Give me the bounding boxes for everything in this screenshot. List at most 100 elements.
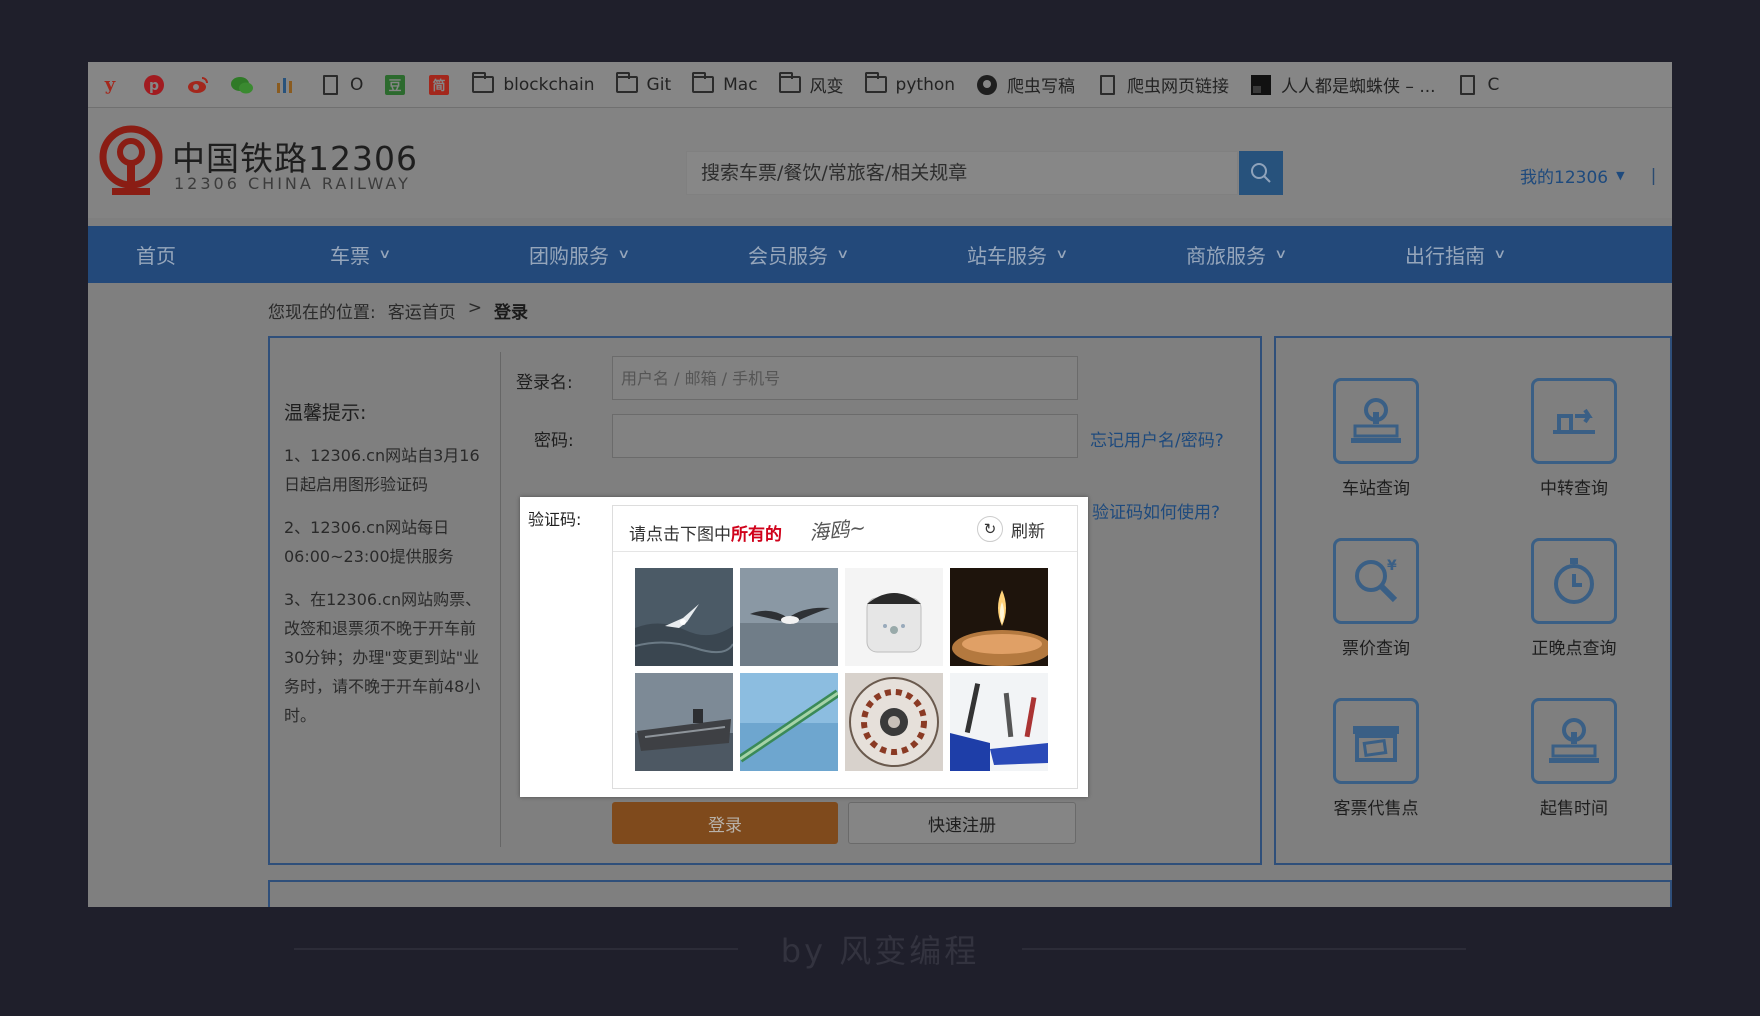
- password-field[interactable]: [612, 414, 1078, 458]
- bookmark-pinterest[interactable]: p: [142, 62, 166, 107]
- stats-icon: [274, 73, 298, 97]
- chevron-down-icon: ∨: [1493, 247, 1507, 262]
- chevron-down-icon: ∨: [617, 247, 631, 262]
- quick-fare-query[interactable]: ¥ 票价查询: [1316, 538, 1436, 659]
- nav-travel-guide[interactable]: 出行指南 ∨: [1405, 240, 1624, 269]
- bookmark-folder-mac[interactable]: Mac: [691, 62, 758, 107]
- bookmark-wechat[interactable]: [230, 62, 254, 107]
- refresh-icon: ↻: [977, 516, 1003, 542]
- bookmark-stats[interactable]: [274, 62, 298, 107]
- logo-subtitle: 12306 CHINA RAILWAY: [174, 174, 411, 193]
- nav-tickets[interactable]: 车票 ∨: [310, 240, 529, 269]
- quick-transfer-query[interactable]: 中转查询: [1514, 378, 1634, 499]
- bookmark-label: Mac: [723, 74, 758, 95]
- bookmark-o[interactable]: O: [318, 62, 364, 107]
- bookmark-page-spider[interactable]: 爬虫网页链接: [1095, 62, 1229, 107]
- folder-icon: [778, 72, 802, 97]
- password-input[interactable]: [613, 415, 1077, 457]
- chevron-down-icon: ∨: [378, 247, 392, 262]
- quick-label: 客票代售点: [1333, 799, 1419, 819]
- chevron-down-icon: ∨: [836, 247, 850, 262]
- bookmark-label: blockchain: [503, 74, 595, 95]
- chevron-down-icon: ▼: [1616, 169, 1625, 182]
- captcha-image-aircraft-carrier[interactable]: [635, 673, 733, 771]
- register-button[interactable]: 快速注册: [848, 802, 1076, 844]
- clock-icon: [1531, 538, 1617, 624]
- forgot-password-link[interactable]: 忘记用户名/密码?: [1090, 426, 1224, 451]
- captcha-help-link[interactable]: 验证码如何使用?: [1092, 498, 1220, 523]
- y-icon: y: [104, 74, 116, 95]
- main-nav: 首页 车票 ∨ 团购服务 ∨ 会员服务 ∨ 站车服务 ∨ 商旅服务 ∨ 出行指南 ∨: [88, 226, 1672, 283]
- quick-ontime-query[interactable]: 正晚点查询: [1514, 538, 1634, 659]
- nav-home[interactable]: 首页: [136, 240, 310, 269]
- bookmark-label: python: [895, 74, 956, 95]
- svg-text:p: p: [149, 78, 159, 94]
- bookmark-weibo[interactable]: [186, 62, 210, 107]
- my-account-menu[interactable]: 我的12306 ▼ |: [1520, 163, 1657, 189]
- nav-member-service[interactable]: 会员服务 ∨: [748, 240, 967, 269]
- quick-agency-points[interactable]: 客票代售点: [1316, 698, 1436, 819]
- quick-station-query[interactable]: 车站查询: [1316, 378, 1436, 499]
- nav-group-service[interactable]: 团购服务 ∨: [529, 240, 748, 269]
- captcha-image-round-pattern[interactable]: [845, 673, 943, 771]
- search-icon: [1251, 163, 1271, 183]
- captcha-image-seagull-sea[interactable]: [635, 568, 733, 666]
- bookmark-folder-blockchain[interactable]: blockchain: [471, 62, 595, 107]
- pinterest-icon: p: [142, 73, 166, 97]
- nav-station-service[interactable]: 站车服务 ∨: [967, 240, 1186, 269]
- captcha-label: 验证码:: [528, 510, 582, 529]
- bookmark-label: O: [350, 74, 364, 95]
- sale-time-icon: [1531, 698, 1617, 784]
- quick-label: 票价查询: [1342, 639, 1410, 659]
- bookmark-folder-python[interactable]: python: [864, 62, 956, 107]
- captcha-header: 请点击下图中所有的 海鸥~ ↻ 刷新: [613, 506, 1077, 552]
- bookmark-y[interactable]: y: [98, 62, 122, 107]
- page-icon: [318, 73, 342, 97]
- login-button[interactable]: 登录: [612, 802, 838, 844]
- captcha-image-cable[interactable]: [740, 673, 838, 771]
- captcha-refresh-button[interactable]: ↻ 刷新: [977, 516, 1045, 542]
- station-icon: [1333, 378, 1419, 464]
- jianshu-icon: 简: [427, 73, 451, 97]
- bookmark-folder-git[interactable]: Git: [615, 62, 671, 107]
- captcha-image-pens-desk[interactable]: [950, 673, 1048, 771]
- captcha-image-seagull-flying[interactable]: [740, 568, 838, 666]
- folder-icon: [864, 72, 888, 97]
- nav-label: 会员服务: [748, 244, 828, 268]
- captcha-prompt-prefix: 请点击下图中: [629, 525, 731, 545]
- search-input[interactable]: [687, 152, 1237, 194]
- username-label: 登录名:: [516, 373, 573, 393]
- folder-icon: [471, 72, 495, 97]
- account-separator: |: [1650, 165, 1657, 186]
- search-field[interactable]: [686, 151, 1238, 195]
- quick-sale-time[interactable]: 起售时间: [1514, 698, 1634, 819]
- bookmark-page-c[interactable]: C: [1456, 62, 1499, 107]
- bookmark-spiderman[interactable]: 人人都是蜘蛛侠 – ...: [1249, 62, 1436, 107]
- nav-business-service[interactable]: 商旅服务 ∨: [1186, 240, 1405, 269]
- bookmark-label: 风变: [809, 77, 844, 97]
- captcha-image-rice-cooker[interactable]: [845, 568, 943, 666]
- quick-links-panel: 车站查询 中转查询 ¥ 票价查询 正晚点查询 客票代售点 起售时间: [1274, 336, 1672, 865]
- bookmark-jianshu[interactable]: 简: [427, 62, 451, 107]
- page-icon: [1095, 73, 1119, 97]
- bookmark-douban[interactable]: 豆: [383, 62, 407, 107]
- quick-label: 车站查询: [1342, 479, 1410, 499]
- breadcrumb-home[interactable]: 客运首页: [388, 298, 456, 323]
- breadcrumb-current: 登录: [493, 303, 528, 323]
- transfer-icon: [1531, 378, 1617, 464]
- username-field[interactable]: [612, 356, 1078, 400]
- captcha-image-candle[interactable]: [950, 568, 1048, 666]
- bookmark-github[interactable]: 爬虫写稿: [975, 62, 1075, 107]
- railway-logo-icon[interactable]: [98, 124, 164, 198]
- bookmark-folder-fengbian[interactable]: 风变: [778, 62, 844, 107]
- nav-label: 首页: [136, 244, 176, 268]
- captcha-prompt: 请点击下图中所有的: [629, 520, 782, 545]
- bookmark-label: 人人都是蜘蛛侠 – ...: [1281, 77, 1436, 97]
- tips-section: 温馨提示: 1、12306.cn网站自3月16日起启用图形验证码 2、12306…: [284, 398, 484, 744]
- folder-icon: [691, 72, 715, 97]
- bookmarks-bar: y p O 豆 简 blockchain Git Mac 风变 python 爬…: [88, 62, 1672, 108]
- site-header: 中国铁路12306 12306 CHINA RAILWAY 我的12306 ▼ …: [88, 108, 1672, 218]
- username-input[interactable]: [613, 357, 1077, 399]
- search-button[interactable]: [1239, 151, 1283, 195]
- nav-label: 商旅服务: [1186, 244, 1266, 268]
